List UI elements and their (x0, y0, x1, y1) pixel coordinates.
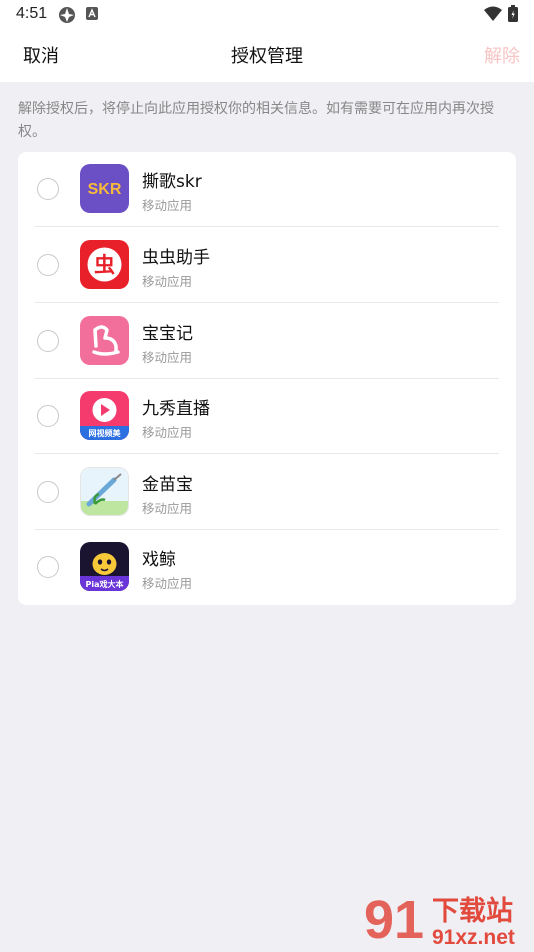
svg-text:Pia戏大本: Pia戏大本 (85, 579, 123, 589)
list-item[interactable]: 金苗宝 移动应用 (18, 455, 516, 530)
divider (35, 226, 499, 227)
list-item[interactable]: Pia戏大本 戏鲸 移动应用 (18, 530, 516, 605)
app-type: 移动应用 (142, 350, 193, 365)
app-name: 虫虫助手 (142, 248, 210, 268)
remove-authorization-button[interactable]: 解除 (484, 42, 520, 68)
select-radio[interactable] (37, 254, 59, 276)
divider (35, 453, 499, 454)
svg-text:91: 91 (364, 890, 424, 948)
skr-app-icon: SKR (80, 164, 129, 213)
app-name: 金苗宝 (142, 475, 193, 495)
list-item[interactable]: 网视频美 九秀直播 移动应用 (18, 379, 516, 454)
select-radio[interactable] (37, 556, 59, 578)
list-item[interactable]: SKR 撕歌skr 移动应用 (18, 152, 516, 227)
app-type: 移动应用 (142, 198, 193, 213)
page-title: 授权管理 (231, 46, 303, 67)
select-radio[interactable] (37, 481, 59, 503)
list-item[interactable]: 虫 虫虫助手 移动应用 (18, 228, 516, 303)
app-list: SKR 撕歌skr 移动应用 虫 虫虫助手 移动应用 宝宝记 移动应用 网视频美… (18, 152, 516, 605)
app-type: 移动应用 (142, 576, 193, 591)
jiuxiu-app-icon: 网视频美 (80, 391, 129, 440)
select-radio[interactable] (37, 178, 59, 200)
svg-text:91xz.net: 91xz.net (432, 926, 515, 948)
list-item[interactable]: 宝宝记 移动应用 (18, 304, 516, 379)
svg-text:SKR: SKR (88, 181, 122, 198)
xijing-app-icon: Pia戏大本 (80, 542, 129, 591)
svg-text:下载站: 下载站 (432, 896, 513, 927)
app-type: 移动应用 (142, 425, 193, 440)
select-radio[interactable] (37, 330, 59, 352)
status-time: 4:51 (16, 5, 48, 22)
status-bar: 4:51 (0, 0, 534, 28)
select-radio[interactable] (37, 405, 59, 427)
app-notification-icon (58, 6, 76, 29)
baobaoji-app-icon (80, 316, 129, 365)
svg-text:虫: 虫 (94, 253, 115, 277)
app-name: 宝宝记 (142, 324, 193, 344)
chongchong-app-icon: 虫 (80, 240, 129, 289)
jinmiaobao-app-icon (80, 467, 129, 516)
divider (35, 302, 499, 303)
app-type: 移动应用 (142, 274, 193, 289)
app-name: 撕歌skr (142, 172, 202, 192)
header-bar: 取消 授权管理 解除 (0, 28, 534, 82)
watermark-logo: 91 下载站 91xz.net (362, 888, 532, 950)
svg-text:网视频美: 网视频美 (89, 428, 122, 438)
app-name: 戏鲸 (142, 550, 176, 570)
wifi-icon (484, 6, 502, 26)
battery-icon (508, 5, 518, 27)
app-type: 移动应用 (142, 501, 193, 516)
notice-text: 解除授权后，将停止向此应用授权你的相关信息。如有需要可在应用内再次授权。 (18, 101, 494, 140)
app-name: 九秀直播 (142, 399, 210, 419)
android-notification-icon (86, 7, 98, 25)
